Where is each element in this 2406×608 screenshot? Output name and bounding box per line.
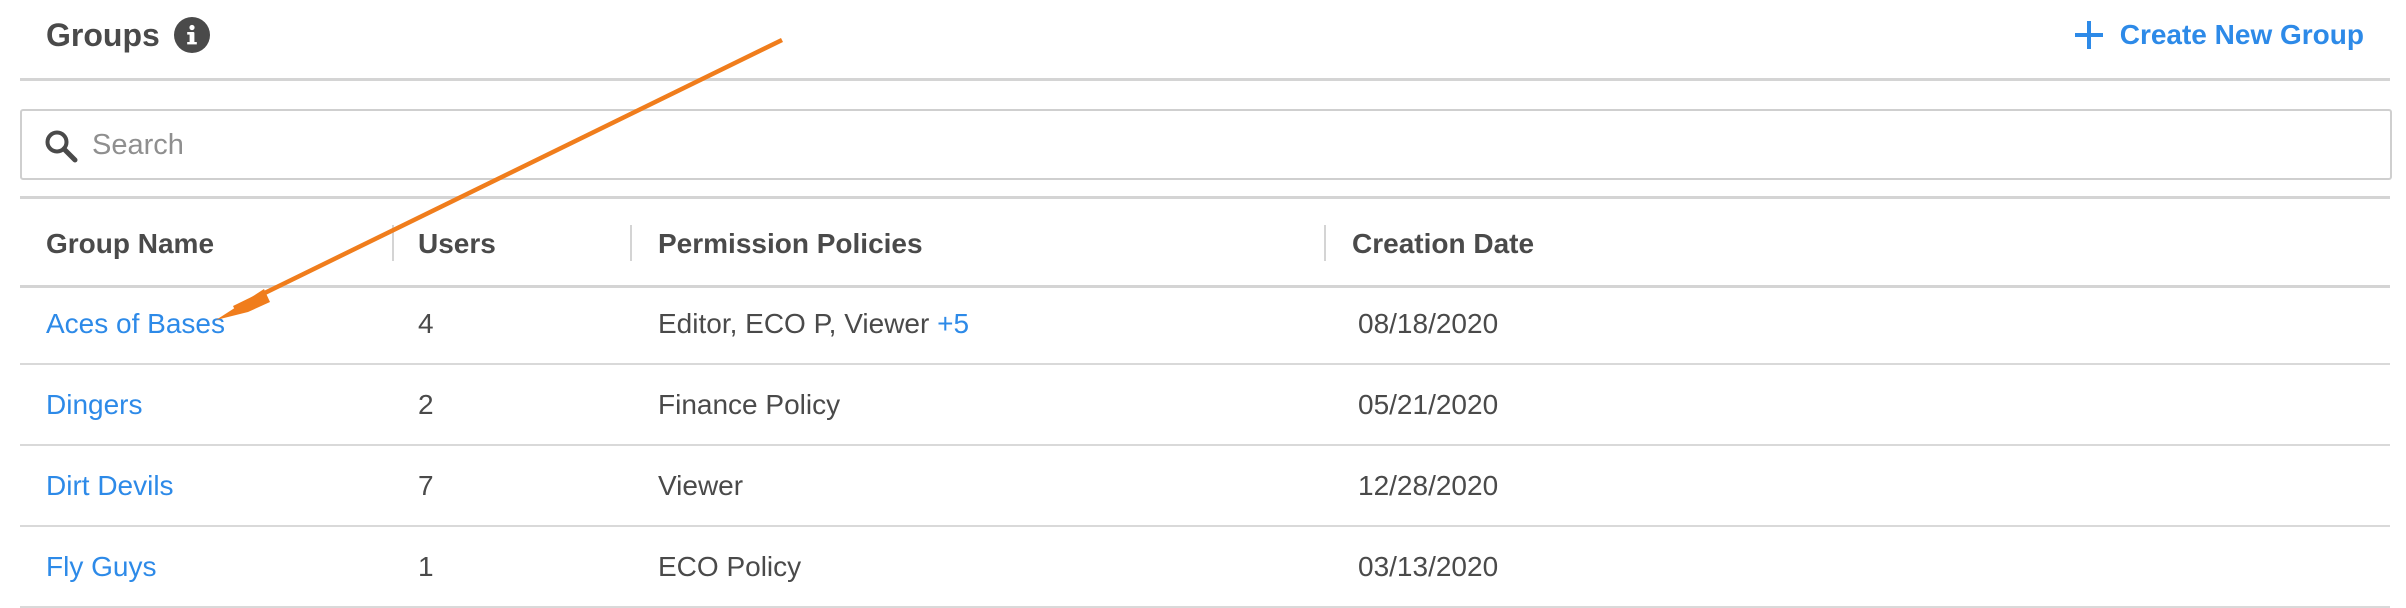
table-row: Fly Guys 1 ECO Policy 03/13/2020 xyxy=(20,528,2390,608)
users-count: 1 xyxy=(418,551,434,582)
table-row: Aces of Bases 4 Editor, ECO P, Viewer +5… xyxy=(20,285,2390,365)
creation-date: 12/28/2020 xyxy=(1358,470,1499,501)
create-new-group-button[interactable]: Create New Group xyxy=(2074,14,2364,56)
policies-text: Editor, ECO P, Viewer xyxy=(658,308,930,339)
permission-policies: ECO Policy xyxy=(658,551,802,582)
column-header-permission-policies[interactable]: Permission Policies xyxy=(658,227,923,261)
table-header: Group Name Users Permission Policies Cre… xyxy=(20,196,2390,288)
table-row: Dirt Devils 7 Viewer 12/28/2020 xyxy=(20,447,2390,527)
group-name-link[interactable]: Dirt Devils xyxy=(46,469,174,503)
search-box xyxy=(20,109,2392,180)
users-count: 7 xyxy=(418,470,434,501)
column-header-group-name[interactable]: Group Name xyxy=(46,227,214,261)
title-wrap: Groups xyxy=(46,14,210,56)
column-divider[interactable] xyxy=(392,225,394,261)
permission-policies: Editor, ECO P, Viewer +5 xyxy=(658,307,969,341)
group-name-link[interactable]: Aces of Bases xyxy=(46,307,225,341)
column-divider[interactable] xyxy=(630,225,632,261)
search-input[interactable] xyxy=(90,119,2354,171)
column-divider[interactable] xyxy=(1324,225,1326,261)
permission-policies: Finance Policy xyxy=(658,389,841,420)
column-header-creation-date[interactable]: Creation Date xyxy=(1352,227,1534,261)
search-icon xyxy=(45,130,78,163)
creation-date: 08/18/2020 xyxy=(1358,308,1499,339)
column-header-users[interactable]: Users xyxy=(418,227,496,261)
more-policies-link[interactable]: +5 xyxy=(937,308,969,339)
creation-date: 05/21/2020 xyxy=(1358,389,1499,420)
plus-icon xyxy=(2074,21,2103,49)
table-row: Dingers 2 Finance Policy 05/21/2020 xyxy=(20,366,2390,446)
group-name-link[interactable]: Dingers xyxy=(46,388,142,422)
permission-policies: Viewer xyxy=(658,470,744,501)
page-header: Groups Create New Group xyxy=(20,0,2390,81)
users-count: 2 xyxy=(418,389,434,420)
group-name-link[interactable]: Fly Guys xyxy=(46,550,156,584)
info-icon[interactable] xyxy=(173,17,210,53)
users-count: 4 xyxy=(418,308,434,339)
creation-date: 03/13/2020 xyxy=(1358,551,1499,582)
create-new-group-label: Create New Group xyxy=(2119,19,2364,50)
page-title: Groups xyxy=(46,17,160,53)
